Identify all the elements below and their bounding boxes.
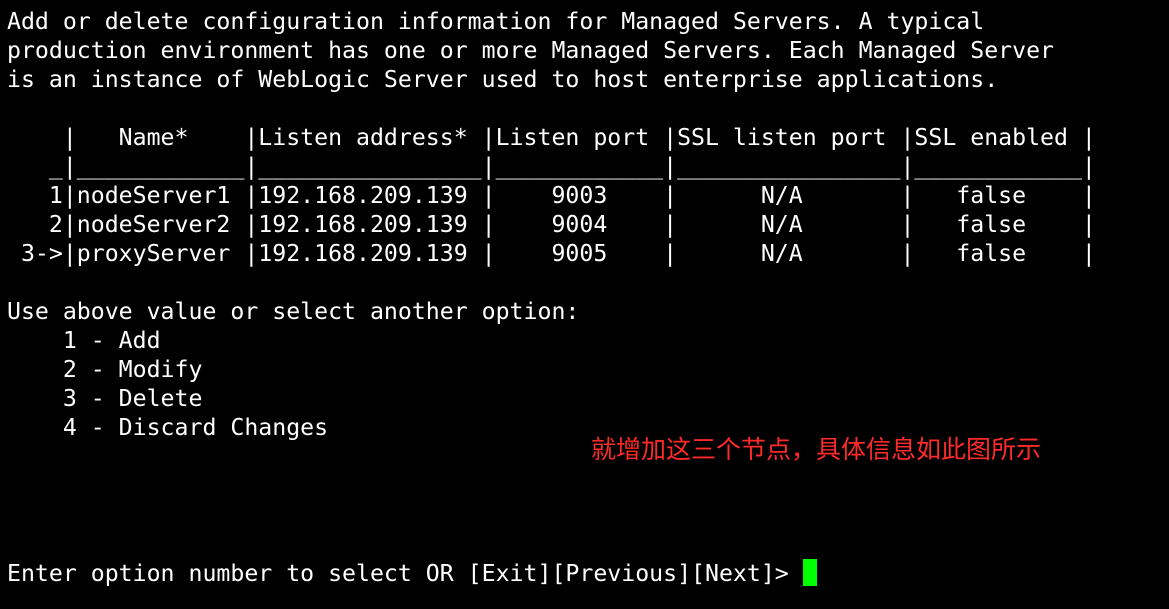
option-discard-changes: 4 - Discard Changes: [7, 414, 329, 441]
table-row: 1|nodeServer1 |192.168.209.139 | 9003 | …: [7, 182, 1096, 209]
text-cursor[interactable]: [802, 559, 817, 586]
intro-line-2: production environment has one or more M…: [7, 37, 1055, 64]
option-delete: 3 - Delete: [7, 385, 203, 412]
prompt-text: Enter option number to select OR [Exit][…: [7, 560, 803, 587]
intro-line-3: is an instance of WebLogic Server used t…: [7, 66, 999, 93]
table-row: 2|nodeServer2 |192.168.209.139 | 9004 | …: [7, 211, 1096, 238]
terminal-window: Add or delete configuration information …: [0, 0, 1169, 609]
annotation-note: 就增加这三个节点，具体信息如此图所示: [591, 435, 1042, 464]
table-row: 3->|proxyServer |192.168.209.139 | 9005 …: [7, 240, 1096, 267]
option-add: 1 - Add: [7, 327, 161, 354]
table-separator: _|____________|________________|________…: [7, 153, 1096, 180]
command-prompt[interactable]: Enter option number to select OR [Exit][…: [7, 559, 817, 588]
option-modify: 2 - Modify: [7, 356, 203, 383]
table-header: | Name* |Listen address* |Listen port |S…: [7, 124, 1096, 151]
intro-line-1: Add or delete configuration information …: [7, 8, 985, 35]
options-heading: Use above value or select another option…: [7, 298, 580, 325]
